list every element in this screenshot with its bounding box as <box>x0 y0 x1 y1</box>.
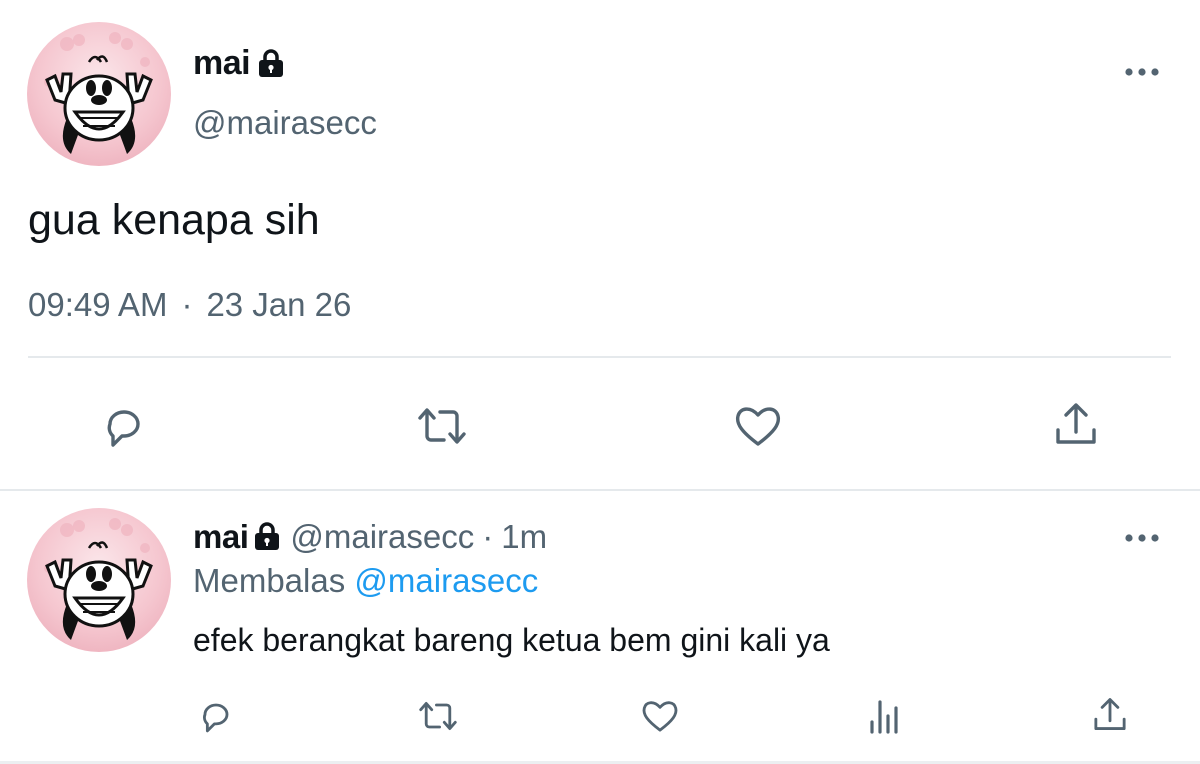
replying-to: Membalas @mairasecc <box>193 562 538 600</box>
divider <box>28 356 1171 358</box>
timestamp-separator: · <box>181 286 193 323</box>
dog-avatar-image <box>44 518 153 640</box>
like-icon <box>735 407 781 446</box>
avatar[interactable] <box>27 22 171 166</box>
like-icon <box>642 701 678 732</box>
views-icon <box>870 700 898 734</box>
share-button[interactable] <box>1088 694 1132 738</box>
like-button[interactable] <box>638 694 682 738</box>
share-icon <box>1094 698 1126 730</box>
more-horizontal-icon[interactable] <box>1124 530 1160 542</box>
display-name[interactable]: mai <box>193 518 249 556</box>
views-button[interactable] <box>864 694 908 738</box>
author-handle[interactable]: @mairasecc <box>193 104 377 142</box>
more-horizontal-icon[interactable] <box>1124 64 1160 76</box>
share-button[interactable] <box>1048 398 1104 454</box>
avatar[interactable] <box>27 508 171 652</box>
author-handle[interactable]: @mairasecc <box>290 518 474 556</box>
tweet-age[interactable]: 1m <box>501 518 547 556</box>
section-divider <box>0 489 1200 491</box>
reply-header: mai @mairasecc · 1m <box>193 518 547 556</box>
share-icon <box>1056 403 1096 444</box>
reply-icon <box>107 410 140 447</box>
retweet-button[interactable] <box>412 398 472 454</box>
tweet-date[interactable]: 23 Jan 26 <box>206 286 351 324</box>
retweet-button[interactable] <box>414 694 462 738</box>
retweet-icon <box>418 408 466 444</box>
reply-icon <box>203 703 229 733</box>
tweet-text: efek berangkat bareng ketua bem gini kal… <box>193 622 830 658</box>
tweet-timestamp[interactable]: 09:49 AM · 23 Jan 26 <box>28 286 351 324</box>
replying-prefix: Membalas <box>193 562 346 599</box>
replying-mention-link[interactable]: @mairasecc <box>354 562 538 599</box>
dog-avatar-image <box>44 32 153 154</box>
lock-icon <box>252 522 282 552</box>
display-name[interactable]: mai <box>193 44 251 83</box>
timestamp-separator: · <box>482 518 494 555</box>
tweet-thread: mai @mairasecc gua kenapa sih 09:49 AM ·… <box>0 0 1200 764</box>
reply-button[interactable] <box>194 694 238 738</box>
author-name[interactable]: mai <box>193 44 286 83</box>
retweet-icon <box>419 702 457 730</box>
reply-button[interactable] <box>96 398 152 454</box>
tweet-time[interactable]: 09:49 AM <box>28 286 167 324</box>
like-button[interactable] <box>730 398 786 454</box>
tweet-text: gua kenapa sih <box>28 196 320 244</box>
lock-icon <box>256 48 286 79</box>
